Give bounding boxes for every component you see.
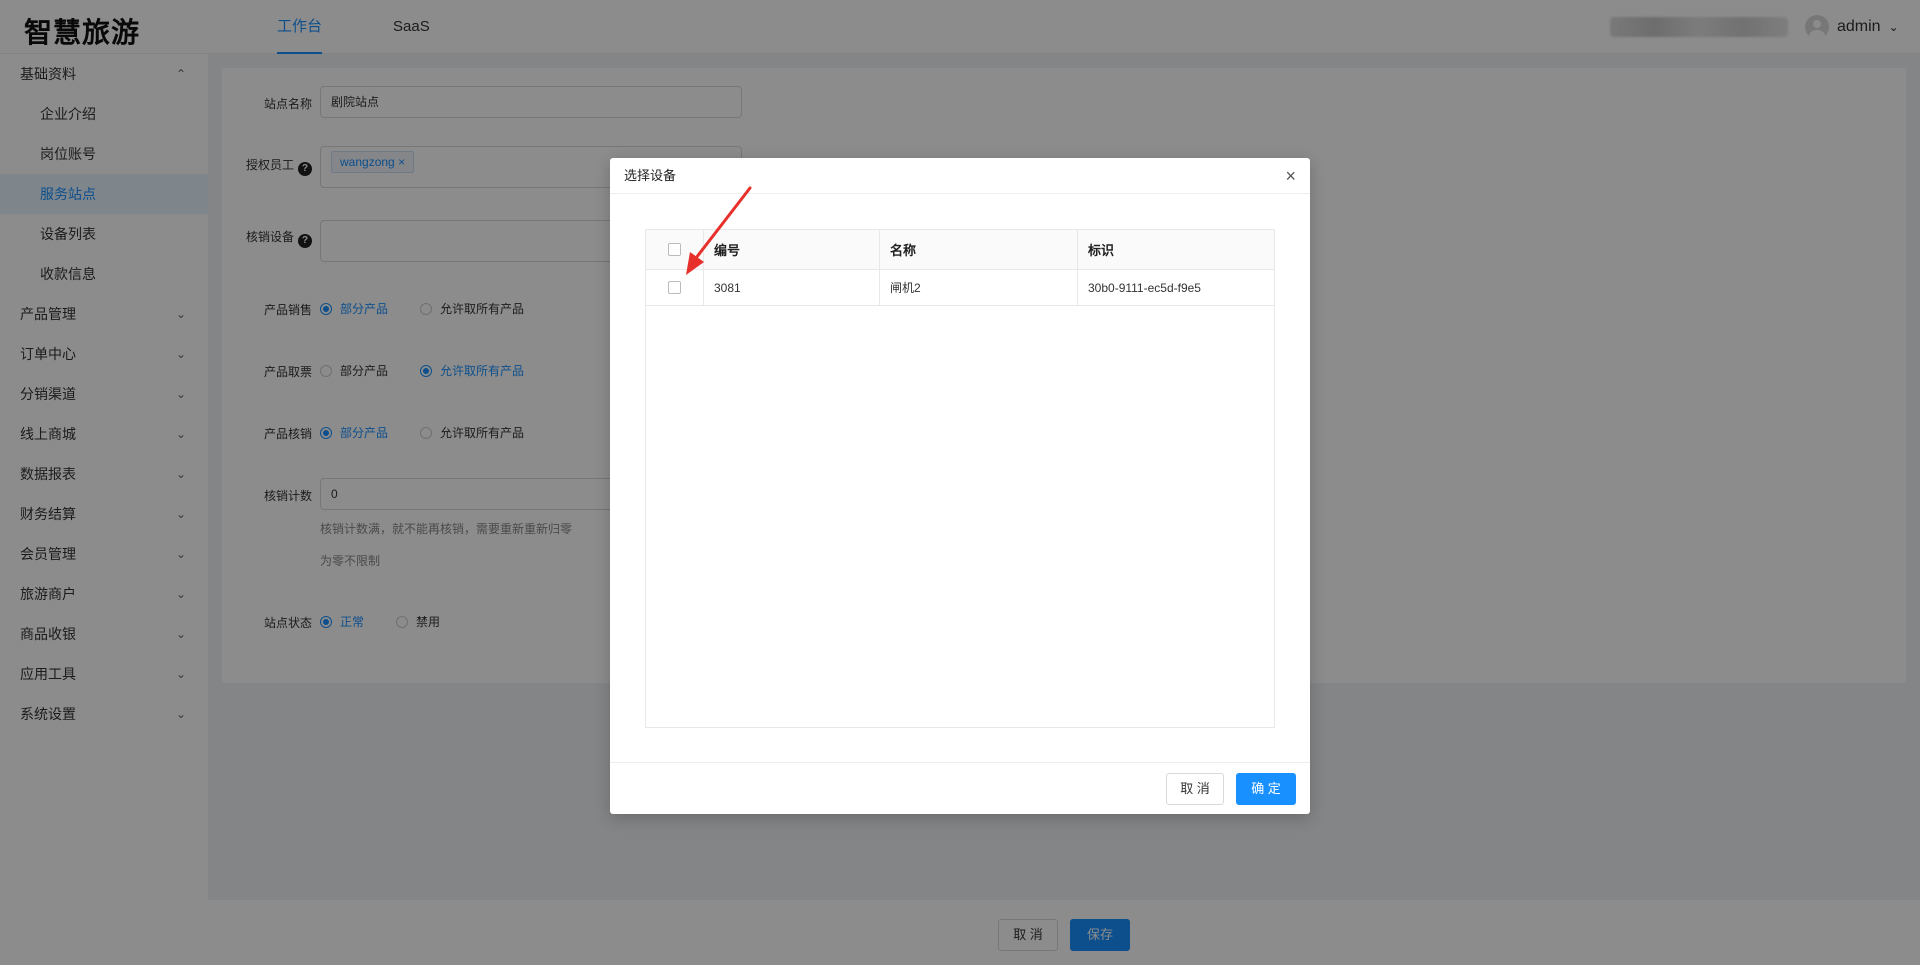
select-device-dialog: 选择设备 × 编号 名称 标识 3081 闸机2 30b0-9111-ec5d-… — [610, 158, 1310, 814]
device-table: 编号 名称 标识 3081 闸机2 30b0-9111-ec5d-f9e5 — [645, 229, 1275, 728]
dialog-title: 选择设备 — [624, 168, 677, 183]
dialog-footer: 取 消 确 定 — [610, 762, 1310, 814]
close-icon[interactable]: × — [1285, 158, 1296, 194]
column-header-mark: 标识 — [1088, 243, 1115, 258]
select-all-cell — [646, 230, 704, 269]
cell-name: 闸机2 — [880, 270, 1078, 305]
table-row[interactable]: 3081 闸机2 30b0-9111-ec5d-f9e5 — [646, 270, 1274, 306]
dialog-cancel-button[interactable]: 取 消 — [1166, 773, 1224, 805]
cell-id: 3081 — [704, 270, 880, 305]
column-header-id: 编号 — [704, 230, 880, 269]
column-header-name: 名称 — [880, 230, 1078, 269]
row-checkbox[interactable] — [668, 281, 681, 294]
dialog-header: 选择设备 × — [610, 158, 1310, 194]
cell-mark: 30b0-9111-ec5d-f9e5 — [1088, 280, 1201, 295]
dialog-ok-button[interactable]: 确 定 — [1236, 773, 1296, 805]
select-all-checkbox[interactable] — [668, 243, 681, 256]
table-header: 编号 名称 标识 — [646, 230, 1274, 270]
row-select-cell — [646, 270, 704, 305]
